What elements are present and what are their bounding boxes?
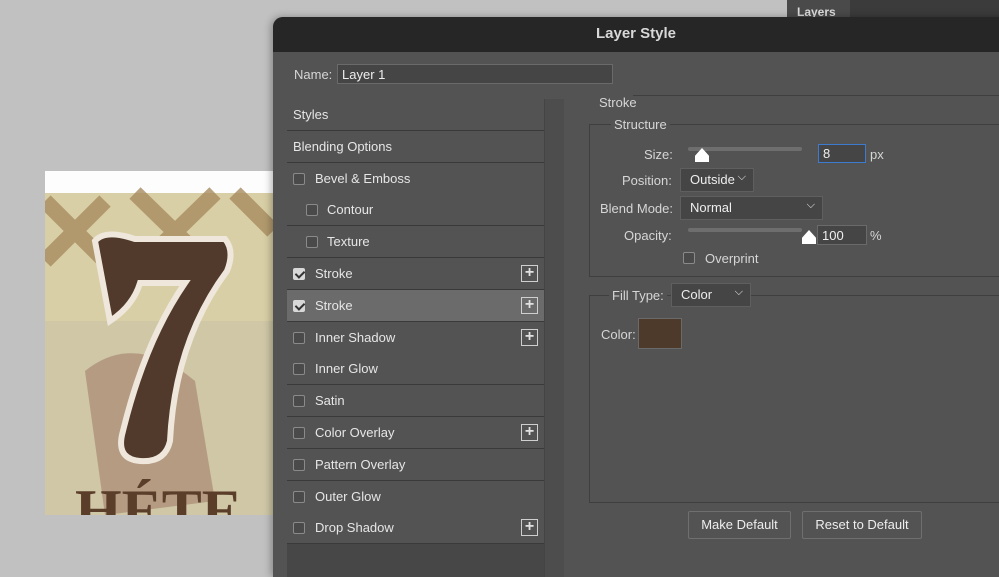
chevron-down-icon: ⌵ bbox=[737, 171, 746, 183]
size-label: Size: bbox=[644, 147, 673, 162]
style-item-label: Contour bbox=[327, 202, 374, 218]
style-item-inner-glow[interactable]: Inner Glow bbox=[287, 353, 544, 386]
color-swatch[interactable] bbox=[638, 318, 682, 349]
style-item-contour[interactable]: Contour bbox=[287, 194, 544, 227]
structure-title: Structure bbox=[611, 117, 670, 132]
blend-mode-label: Blend Mode: bbox=[600, 201, 673, 216]
chevron-down-icon: ⌵ bbox=[734, 286, 743, 298]
style-item-pattern-overlay[interactable]: Pattern Overlay bbox=[287, 448, 544, 481]
position-dropdown[interactable]: Outside ⌵ bbox=[680, 168, 754, 192]
make-default-button[interactable]: Make Default bbox=[688, 511, 791, 539]
opacity-slider[interactable] bbox=[688, 228, 802, 232]
style-checkbox[interactable] bbox=[293, 172, 305, 185]
style-checkbox[interactable] bbox=[293, 395, 305, 408]
style-item-label: Drop Shadow bbox=[315, 520, 394, 536]
add-effect-plus-icon[interactable]: + bbox=[521, 519, 538, 537]
style-checkbox[interactable] bbox=[293, 363, 305, 376]
name-label: Name: bbox=[294, 67, 333, 82]
divider bbox=[633, 95, 999, 96]
style-item-label: Outer Glow bbox=[315, 488, 381, 504]
style-item-label: Inner Glow bbox=[315, 361, 378, 377]
add-effect-plus-icon[interactable]: + bbox=[521, 296, 538, 314]
fill-type-dropdown[interactable]: Color ⌵ bbox=[671, 283, 751, 307]
style-checkbox[interactable] bbox=[306, 236, 318, 249]
styles-list-scrollbar[interactable] bbox=[544, 99, 564, 577]
style-item-bevel-emboss[interactable]: Bevel & Emboss bbox=[287, 162, 544, 195]
opacity-label: Opacity: bbox=[624, 228, 672, 243]
style-checkbox[interactable] bbox=[293, 522, 305, 535]
blend-mode-value: Normal bbox=[690, 200, 732, 215]
style-item-label: Styles bbox=[293, 107, 329, 122]
blend-mode-dropdown[interactable]: Normal ⌵ bbox=[680, 196, 823, 220]
color-label: Color: bbox=[601, 327, 636, 342]
name-input[interactable] bbox=[337, 64, 613, 84]
reset-to-default-button[interactable]: Reset to Default bbox=[802, 511, 922, 539]
style-item-label: Satin bbox=[315, 393, 345, 409]
style-item-blending-options[interactable]: Blending Options bbox=[287, 130, 544, 163]
dialog-title: Layer Style bbox=[273, 17, 999, 52]
size-unit: px bbox=[870, 147, 884, 162]
add-effect-plus-icon[interactable]: + bbox=[521, 328, 538, 346]
style-item-label: Stroke bbox=[315, 297, 353, 313]
style-checkbox[interactable] bbox=[293, 427, 305, 439]
style-checkbox[interactable] bbox=[293, 331, 305, 344]
opacity-unit: % bbox=[870, 228, 882, 243]
style-item-styles[interactable]: Styles bbox=[287, 99, 544, 131]
style-checkbox[interactable] bbox=[293, 490, 305, 503]
position-value: Outside bbox=[690, 172, 735, 187]
position-label: Position: bbox=[622, 173, 672, 188]
layer-style-dialog: Layer Style Name: Styles Blending Options… bbox=[273, 17, 999, 577]
style-item-satin[interactable]: Satin bbox=[287, 385, 544, 418]
add-effect-plus-icon[interactable]: + bbox=[521, 424, 538, 441]
style-item-label: Blending Options bbox=[293, 138, 393, 154]
size-slider[interactable] bbox=[688, 147, 802, 151]
style-checkbox[interactable] bbox=[293, 458, 305, 471]
style-item-stroke[interactable]: Stroke + bbox=[287, 289, 544, 322]
chevron-down-icon: ⌵ bbox=[806, 199, 815, 211]
opacity-input[interactable] bbox=[817, 225, 867, 245]
style-item-label: Color Overlay bbox=[315, 425, 395, 440]
overprint-label: Overprint bbox=[705, 251, 759, 266]
style-checkbox[interactable] bbox=[306, 204, 318, 217]
style-checkbox[interactable] bbox=[293, 299, 305, 312]
overprint-checkbox[interactable] bbox=[683, 252, 695, 264]
style-item-label: Bevel & Emboss bbox=[315, 170, 411, 186]
style-checkbox[interactable] bbox=[293, 268, 305, 280]
style-item-color-overlay[interactable]: Color Overlay + bbox=[287, 417, 544, 449]
stroke-section-title: Stroke bbox=[599, 95, 637, 110]
fill-type-label: Fill Type: bbox=[609, 288, 667, 303]
canvas-image: HÉTE bbox=[45, 171, 273, 515]
style-item-inner-shadow[interactable]: Inner Shadow + bbox=[287, 321, 544, 354]
style-item-label: Inner Shadow bbox=[315, 329, 396, 345]
add-effect-plus-icon[interactable]: + bbox=[521, 265, 538, 282]
panel-tab-bar bbox=[850, 0, 999, 17]
style-item-label: Pattern Overlay bbox=[315, 456, 406, 472]
style-item-texture[interactable]: Texture bbox=[287, 226, 544, 259]
layers-tab[interactable]: Layers bbox=[787, 0, 850, 17]
svg-text:HÉTE: HÉTE bbox=[75, 478, 242, 515]
style-item-label: Texture bbox=[327, 234, 370, 250]
style-item-outer-glow[interactable]: Outer Glow bbox=[287, 480, 544, 513]
styles-list: Styles Blending Options Bevel & Emboss Cont… bbox=[287, 99, 544, 577]
style-item-stroke[interactable]: Stroke + bbox=[287, 258, 544, 290]
style-item-drop-shadow[interactable]: Drop Shadow + bbox=[287, 512, 544, 545]
size-input[interactable] bbox=[818, 144, 866, 163]
style-item-label: Stroke bbox=[315, 266, 353, 281]
fill-type-value: Color bbox=[681, 287, 713, 302]
